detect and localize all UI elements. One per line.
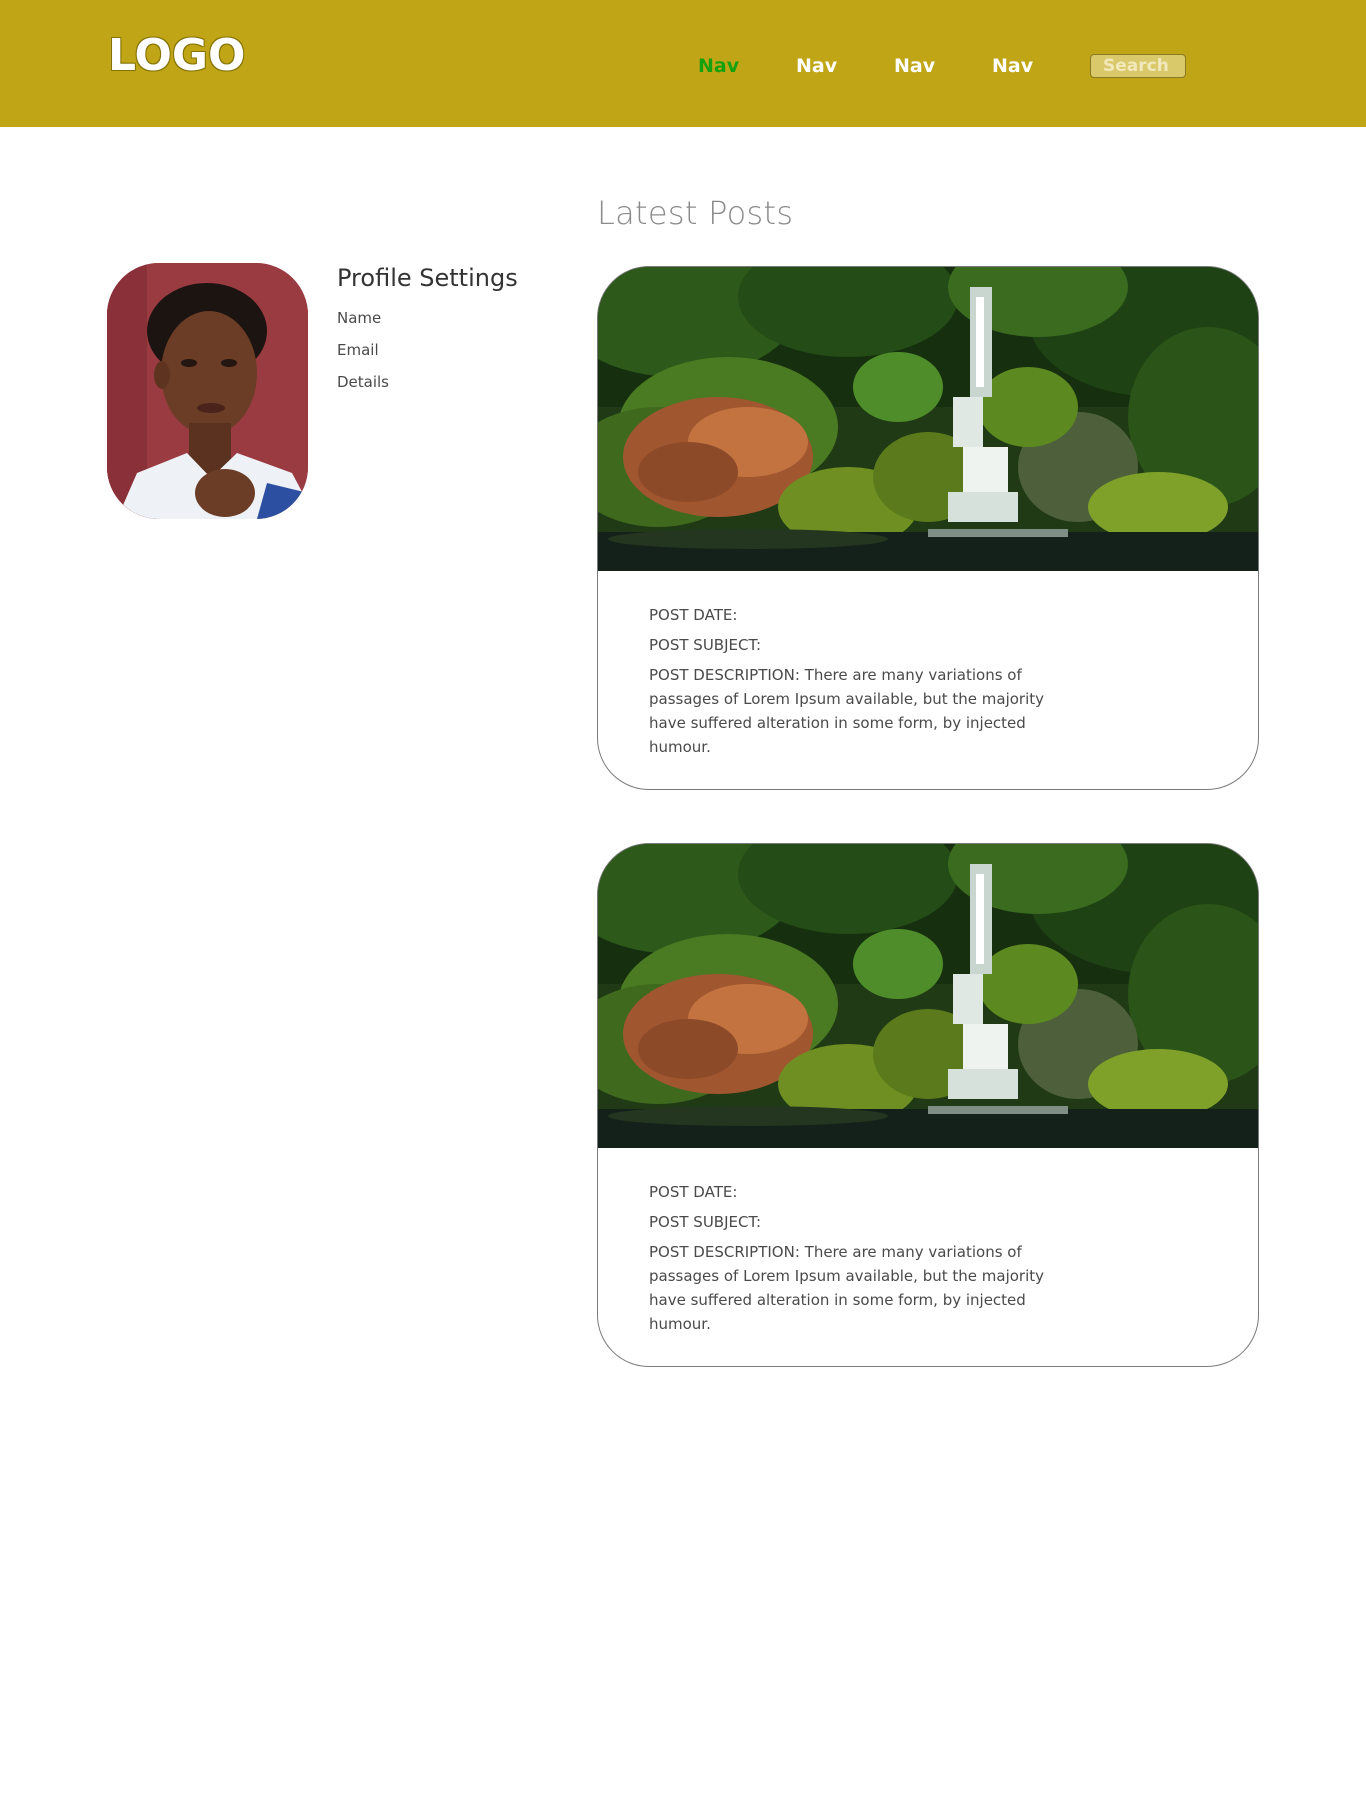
profile-link-email[interactable]: Email — [337, 341, 379, 359]
nav-item-4[interactable]: Nav — [992, 55, 1033, 77]
site-logo[interactable]: LOGO — [108, 30, 245, 81]
post-image — [598, 267, 1259, 571]
post-description: POST DESCRIPTION: There are many variati… — [649, 1243, 1045, 1333]
profile-link-details[interactable]: Details — [337, 373, 389, 391]
post-date-label: POST DATE: — [649, 1183, 738, 1201]
profile-settings-heading: Profile Settings — [337, 264, 518, 292]
nav-item-3[interactable]: Nav — [894, 55, 935, 77]
post-card[interactable]: POST DATE: POST SUBJECT: POST DESCRIPTIO… — [597, 843, 1259, 1367]
post-date-label: POST DATE: — [649, 606, 738, 624]
top-header: LOGO Nav Nav Nav Nav — [0, 0, 1366, 127]
latest-posts-heading: Latest Posts — [597, 194, 794, 232]
profile-avatar[interactable] — [107, 263, 308, 519]
post-subject-label: POST SUBJECT: — [649, 636, 762, 654]
avatar-image — [107, 263, 308, 519]
search-input[interactable] — [1090, 54, 1186, 78]
nav-item-2[interactable]: Nav — [796, 55, 837, 77]
nav-item-1[interactable]: Nav — [698, 55, 739, 77]
post-card[interactable]: POST DATE: POST SUBJECT: POST DESCRIPTIO… — [597, 266, 1259, 790]
post-description: POST DESCRIPTION: There are many variati… — [649, 666, 1045, 756]
post-image — [598, 844, 1259, 1148]
profile-link-name[interactable]: Name — [337, 309, 381, 327]
post-subject-label: POST SUBJECT: — [649, 1213, 762, 1231]
